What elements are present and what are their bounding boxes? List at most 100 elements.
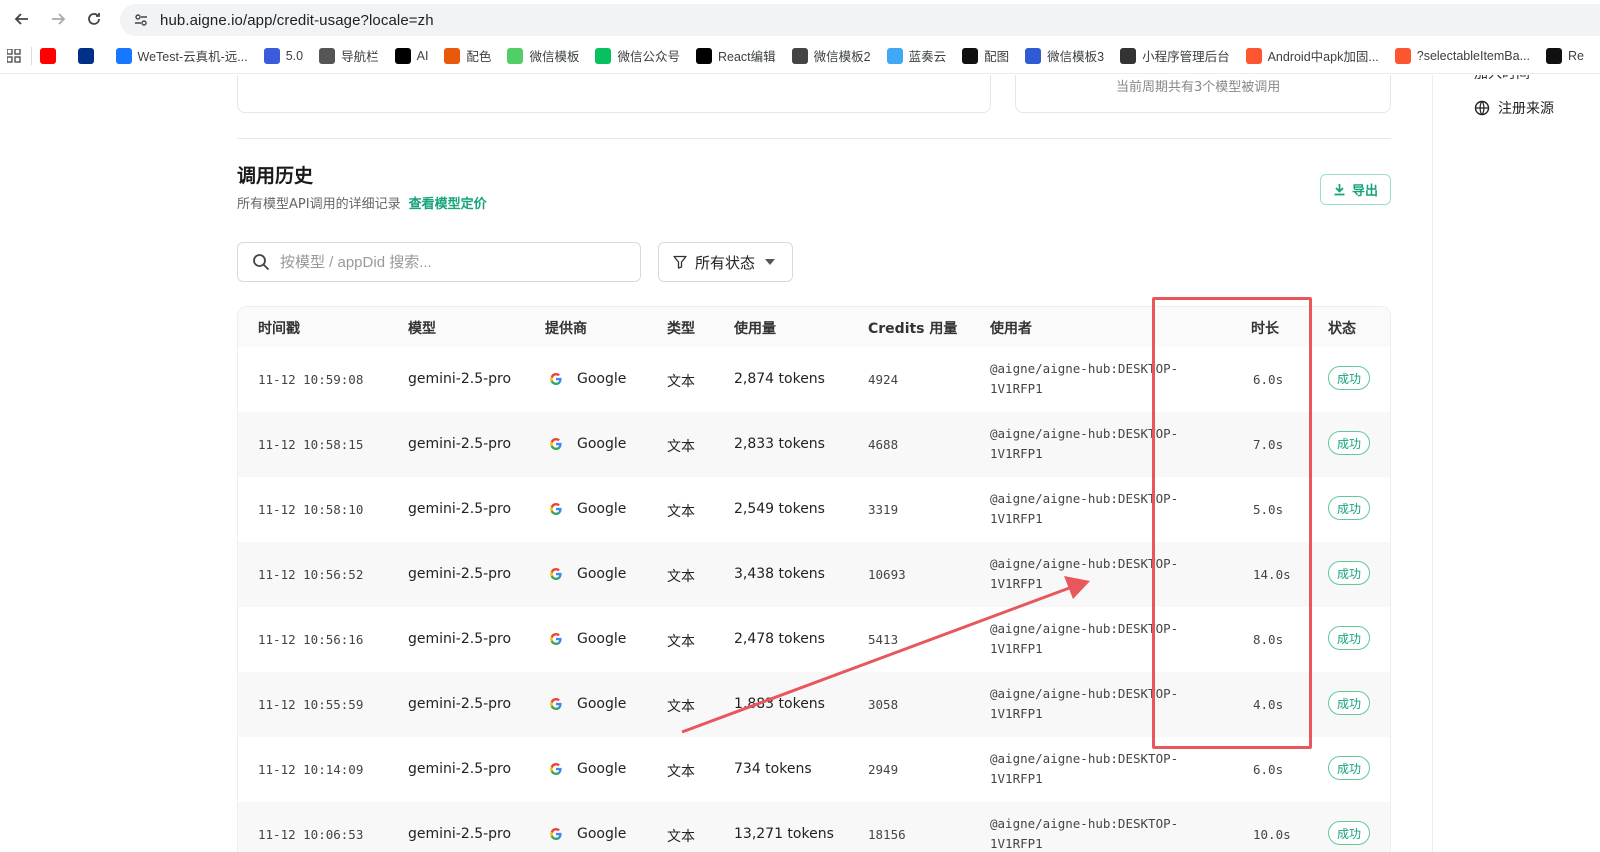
url-text[interactable]: hub.aigne.io/app/credit-usage?locale=zh (160, 12, 434, 29)
bookmark-item[interactable] (39, 47, 62, 64)
bookmark-item[interactable] (77, 47, 100, 64)
bookmark-item[interactable]: AI (394, 47, 428, 64)
cell-credits: 3319 (868, 502, 899, 517)
status-badge: 成功 (1328, 366, 1370, 390)
header-status[interactable]: 状态 (1328, 318, 1356, 338)
rail-item-register-source[interactable]: 注册来源 (1474, 98, 1554, 118)
globe-icon (1474, 100, 1490, 116)
bookmark-item[interactable]: 微信模板 (507, 46, 579, 65)
bookmark-item[interactable]: ?selectableItemBa... (1394, 47, 1530, 64)
cell-credits: 2949 (868, 762, 899, 777)
header-user[interactable]: 使用者 (990, 318, 1032, 338)
bookmark-item[interactable]: 配图 (962, 46, 1009, 65)
bookmark-item[interactable]: Re (1546, 47, 1584, 64)
bookmarks-separator (30, 46, 32, 65)
status-filter-select[interactable]: 所有状态 (658, 242, 793, 282)
section-subtitle: 所有模型API调用的详细记录 查看模型定价 (237, 193, 487, 212)
cell-type: 文本 (667, 569, 695, 585)
google-icon (550, 827, 562, 840)
cell-duration: 7.0s (1253, 437, 1284, 452)
bookmark-item[interactable]: 导航栏 (319, 46, 379, 65)
table-header: 时间戳 模型 提供商 类型 使用量 Credits 用量 使用者 时长 状态 (238, 307, 1390, 347)
status-badge: 成功 (1328, 756, 1370, 780)
address-bar[interactable]: hub.aigne.io/app/credit-usage?locale=zh (120, 4, 1600, 36)
apps-icon[interactable] (0, 48, 29, 63)
cell-provider: Google (549, 761, 626, 777)
table-row[interactable]: 11-12 10:56:16 gemini-2.5-pro Google 文本 2,47… (238, 607, 1390, 672)
cell-duration: 5.0s (1253, 502, 1284, 517)
bookmark-label: WeTest-云真机-远... (137, 50, 248, 64)
cell-model: gemini-2.5-pro (408, 436, 512, 452)
search-icon (253, 254, 270, 271)
bookmark-label: 导航栏 (341, 50, 379, 64)
table-row[interactable]: 11-12 10:58:10 gemini-2.5-pro Google 文本 2,54… (238, 477, 1390, 542)
bookmark-item[interactable]: React编辑 (695, 46, 776, 65)
status-filter-value: 所有状态 (695, 253, 756, 272)
cell-user: @aigne/aigne-hub:DESKTOP-1V1RFP1 (990, 361, 1179, 396)
header-provider[interactable]: 提供商 (545, 318, 587, 338)
status-badge: 成功 (1328, 626, 1370, 650)
cell-model: gemini-2.5-pro (408, 696, 512, 712)
bookmark-item[interactable]: 小程序管理后台 (1120, 46, 1230, 65)
cell-type: 文本 (667, 439, 695, 455)
bookmark-item[interactable]: 微信模板2 (791, 46, 871, 65)
csdn-icon (1394, 47, 1411, 64)
cell-duration: 8.0s (1253, 632, 1284, 647)
google-icon (550, 567, 562, 580)
cell-usage: 734 tokens (734, 761, 812, 777)
cell-credits: 5413 (868, 632, 899, 647)
cell-user: @aigne/aigne-hub:DESKTOP-1V1RFP1 (990, 491, 1179, 526)
bookmark-label: 微信模板 (529, 50, 580, 64)
back-button[interactable] (4, 1, 40, 37)
table-row[interactable]: 11-12 10:55:59 gemini-2.5-pro Google 文本 1,88… (238, 672, 1390, 737)
bookmark-item[interactable]: 配色 (444, 46, 491, 65)
cell-user: @aigne/aigne-hub:DESKTOP-1V1RFP1 (990, 621, 1179, 656)
header-credits[interactable]: Credits 用量 (868, 318, 957, 338)
header-model[interactable]: 模型 (408, 318, 436, 338)
provider-name: Google (577, 631, 627, 647)
bookmark-item[interactable]: 微信模板3 (1025, 46, 1104, 65)
export-button[interactable]: 导出 (1320, 174, 1391, 205)
table-row[interactable]: 11-12 10:58:15 gemini-2.5-pro Google 文本 2,83… (238, 412, 1390, 477)
bookmark-item[interactable]: 蓝奏云 (886, 46, 947, 65)
palette-icon (444, 47, 461, 64)
cell-usage: 2,833 tokens (734, 436, 825, 452)
bookmark-item[interactable]: WeTest-云真机-远... (115, 46, 248, 65)
bookmark-item[interactable]: Android中apk加固... (1245, 46, 1379, 65)
google-icon (550, 502, 562, 515)
pricing-link[interactable]: 查看模型定价 (409, 197, 487, 212)
table-row[interactable]: 11-12 10:14:09 gemini-2.5-pro Google 文本 734 … (238, 737, 1390, 802)
header-type[interactable]: 类型 (667, 318, 695, 338)
bookmark-item[interactable]: 5.0 (263, 47, 303, 64)
header-usage[interactable]: 使用量 (734, 318, 776, 338)
cell-provider: Google (549, 436, 626, 452)
section-divider (237, 138, 1391, 139)
cell-model: gemini-2.5-pro (408, 371, 512, 387)
github-icon (1546, 47, 1563, 64)
cell-credits: 18156 (868, 827, 906, 842)
forward-button[interactable] (40, 1, 76, 37)
table-row[interactable]: 11-12 10:06:53 gemini-2.5-pro Google 文本 13,2… (238, 802, 1390, 852)
cloud-icon (886, 47, 903, 64)
reload-button[interactable] (76, 1, 112, 37)
table-row[interactable]: 11-12 10:56:52 gemini-2.5-pro Google 文本 3,43… (238, 542, 1390, 607)
cell-user: @aigne/aigne-hub:DESKTOP-1V1RFP1 (990, 816, 1179, 851)
cell-user: @aigne/aigne-hub:DESKTOP-1V1RFP1 (990, 556, 1179, 591)
bookmark-item[interactable]: 微信公众号 (595, 46, 680, 65)
model-summary-card: 当前周期共有3个模型被调用 (1015, 75, 1391, 113)
mini-program-icon (1120, 47, 1137, 64)
cell-model: gemini-2.5-pro (408, 631, 512, 647)
search-field[interactable] (237, 242, 641, 282)
table-row[interactable]: 11-12 10:59:08 gemini-2.5-pro Google 文本 2,87… (238, 347, 1390, 412)
search-input[interactable] (280, 253, 620, 271)
status-badge: 成功 (1328, 691, 1370, 715)
header-duration[interactable]: 时长 (1251, 318, 1279, 338)
cell-timestamp: 11-12 10:56:16 (258, 632, 364, 647)
bookmark-label: 蓝奏云 (908, 50, 947, 64)
caret-down-icon (765, 259, 776, 265)
site-info-icon[interactable] (130, 9, 152, 31)
cell-duration: 6.0s (1253, 372, 1284, 387)
cell-type: 文本 (667, 699, 695, 715)
rail-item-join-time[interactable]: 加入时间 (1474, 75, 1530, 83)
header-timestamp[interactable]: 时间戳 (258, 318, 300, 338)
